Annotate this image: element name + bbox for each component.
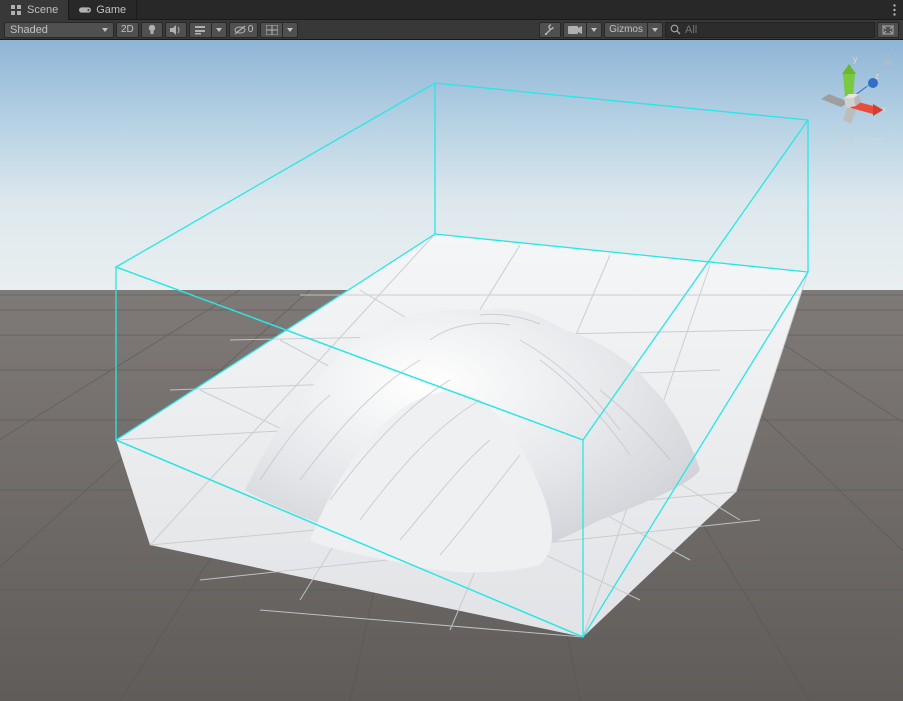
projection-label[interactable]: Persp (840, 135, 883, 147)
shading-mode-dropdown[interactable]: Shaded (4, 22, 114, 38)
tools-icon (544, 24, 556, 36)
game-icon (79, 4, 91, 16)
grid-icon (266, 25, 278, 35)
effects-group (189, 22, 227, 38)
dropdown-caret-icon (216, 28, 222, 32)
lightbulb-icon (147, 24, 157, 36)
view-2d-toggle[interactable]: 2D (116, 22, 139, 38)
chevron-left-icon (840, 137, 850, 145)
axis-z-label: z (875, 71, 880, 81)
camera-dropdown[interactable] (586, 22, 602, 38)
search-field[interactable] (665, 22, 875, 38)
hidden-count-label: 0 (248, 24, 254, 35)
shading-mode-label: Shaded (10, 24, 48, 36)
audio-toggle[interactable] (165, 22, 187, 38)
gizmos-label: Gizmos (609, 24, 643, 35)
projection-text: Persp (854, 135, 883, 147)
camera-icon (568, 25, 582, 35)
tab-game-label: Game (96, 4, 126, 16)
eye-off-icon (234, 25, 246, 35)
expand-button[interactable] (877, 22, 899, 38)
hidden-objects-toggle[interactable]: 0 (229, 22, 259, 38)
scene-icon (10, 4, 22, 16)
grid-group (260, 22, 298, 38)
search-icon (670, 24, 681, 35)
grid-dropdown[interactable] (282, 22, 298, 38)
tab-bar: Scene Game (0, 0, 903, 20)
effects-dropdown[interactable] (211, 22, 227, 38)
scene-content (0, 40, 903, 701)
search-input[interactable] (685, 24, 870, 36)
gizmos-toggle[interactable]: Gizmos (604, 22, 647, 38)
grid-toggle[interactable] (260, 22, 282, 38)
scene-viewport[interactable]: y x z Persp (0, 40, 903, 701)
axis-x-label: x (882, 104, 887, 114)
dropdown-caret-icon (287, 28, 293, 32)
dropdown-caret-icon (652, 28, 658, 32)
effects-icon (194, 25, 206, 35)
tab-game[interactable]: Game (69, 0, 137, 20)
axis-y-label: y (853, 54, 858, 64)
dropdown-caret-icon (102, 28, 108, 32)
dropdown-caret-icon (591, 28, 597, 32)
tools-button[interactable] (539, 22, 561, 38)
tab-menu-button[interactable] (885, 0, 903, 20)
tab-scene[interactable]: Scene (0, 0, 69, 20)
expand-icon (882, 25, 894, 35)
view-2d-label: 2D (121, 24, 134, 35)
gizmos-dropdown[interactable] (647, 22, 663, 38)
lighting-toggle[interactable] (141, 22, 163, 38)
gizmos-group: Gizmos (604, 22, 663, 38)
speaker-icon (170, 25, 182, 35)
camera-button[interactable] (563, 22, 586, 38)
effects-toggle[interactable] (189, 22, 211, 38)
scene-toolbar: Shaded 2D 0 (0, 20, 903, 40)
tab-scene-label: Scene (27, 4, 58, 16)
camera-group (563, 22, 602, 38)
